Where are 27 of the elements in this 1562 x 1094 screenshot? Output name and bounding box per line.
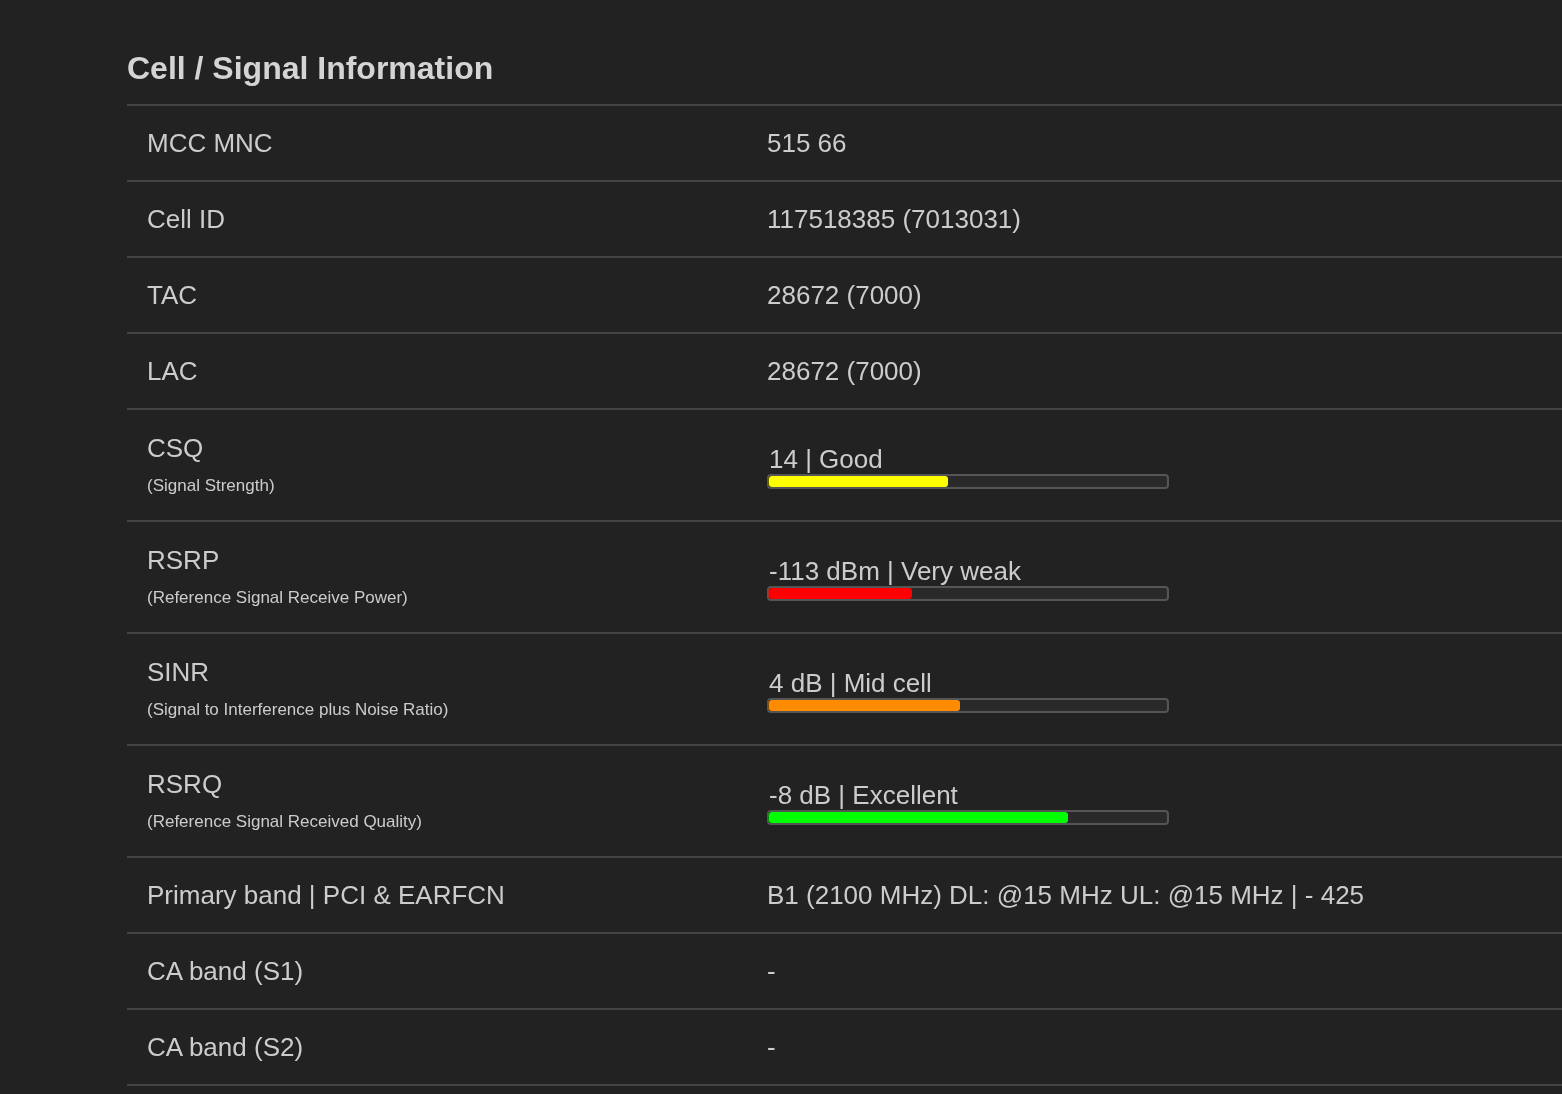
row-label: CA band (S1) xyxy=(147,956,305,986)
meter-reading: 4 dB | Mid cell xyxy=(768,667,933,698)
row-sublabel: (Reference Signal Receive Power) xyxy=(147,587,409,609)
row-sublabel: (Reference Signal Received Quality) xyxy=(147,811,423,833)
row-sublabel: (Signal Strength) xyxy=(147,475,276,497)
row-value: - xyxy=(767,1032,777,1062)
row-label: LAC xyxy=(147,356,199,386)
row-value: B1 (2100 MHz) DL: @15 MHz UL: @15 MHz | - 425 xyxy=(767,880,1366,910)
row-label: RSRQ xyxy=(147,769,224,799)
row-value: 28672 (7000) xyxy=(767,280,923,310)
section-title: Cell / Signal Information xyxy=(127,48,1562,106)
meter-reading: -8 dB | Excellent xyxy=(768,779,959,810)
row-value: - xyxy=(767,956,777,986)
row-label: RSRP xyxy=(147,545,221,575)
row-value: 117518385 (7013031) xyxy=(767,204,1022,234)
row-value: 515 66 xyxy=(767,128,848,158)
row-value: 28672 (7000) xyxy=(767,356,923,386)
meter-reading: 14 | Good xyxy=(768,443,884,474)
meter-reading: -113 dBm | Very weak xyxy=(768,555,1022,586)
row-label: TAC xyxy=(147,280,199,310)
row-label: SINR xyxy=(147,657,211,687)
row-label: CSQ xyxy=(147,433,205,463)
row-sublabel: (Signal to Interference plus Noise Ratio) xyxy=(147,699,450,721)
row-label: Primary band | PCI & EARFCN xyxy=(147,880,506,910)
row-label: CA band (S2) xyxy=(147,1032,305,1062)
row-label: MCC MNC xyxy=(147,128,274,158)
row-label: Cell ID xyxy=(147,204,226,234)
